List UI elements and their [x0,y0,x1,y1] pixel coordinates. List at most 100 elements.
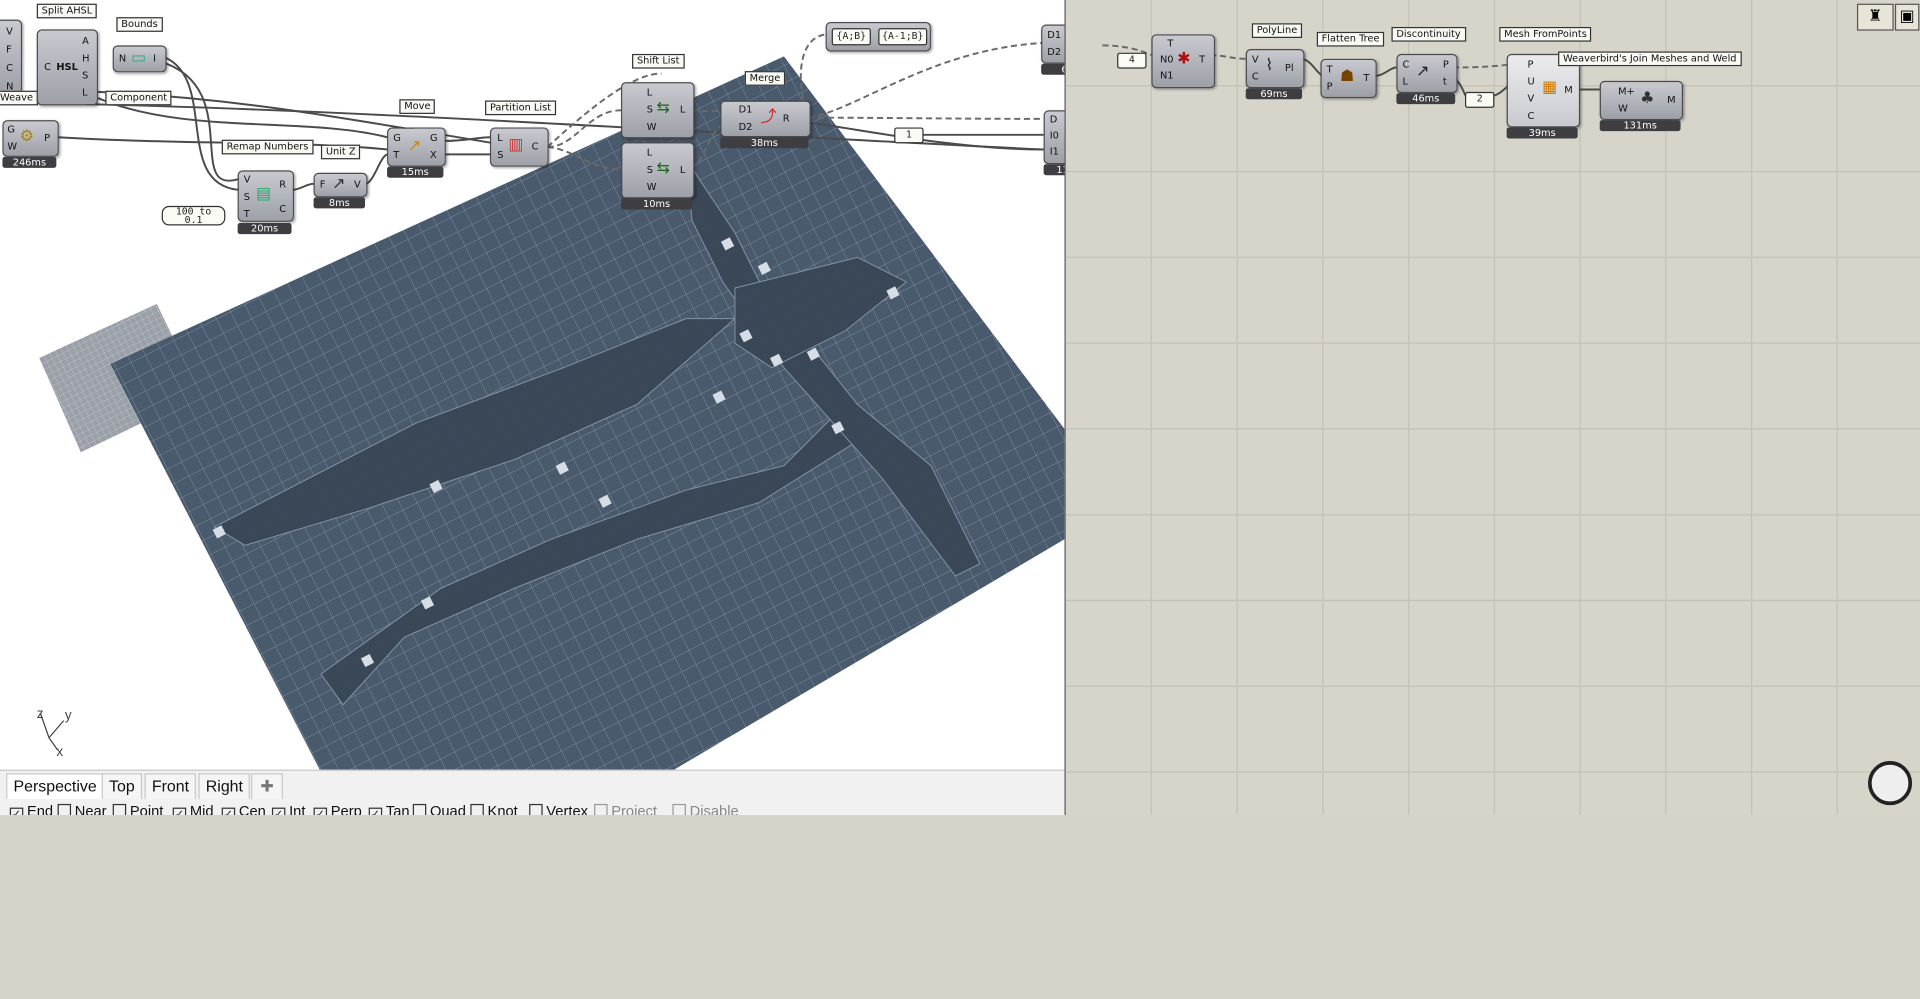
split-ahsl-node[interactable]: C HSL A H S L [36,29,98,106]
add-tab-button[interactable]: ✚ [251,773,283,800]
remap-in-v: V [243,174,251,186]
mesh-from-points-time: 39ms [1506,127,1578,139]
shift-list-node-1[interactable]: L S W ⇆ L [621,82,695,139]
osnap-label: Project [611,802,657,815]
flatten-out-t: T [1363,72,1370,84]
partition-title: Partition List [485,100,556,116]
gear-icon: ⚙ [19,127,34,146]
axis-x-label: x [56,744,63,759]
flatten-icon: ☗ [1340,67,1355,86]
tab-front[interactable]: Front [144,773,197,800]
rhino-viewport[interactable]: z y x V F C N Weave Split AHSL C HSL A H… [0,0,1069,815]
partition-icon: ▥ [508,136,524,155]
merge-node-2[interactable]: D1 D2 ⤴ R [1041,24,1065,64]
osnap-checkbox[interactable]: ✓ [172,807,187,815]
join-meshes-node[interactable]: M+ W ♣ M [1599,80,1684,121]
tree-branch-node[interactable]: T N0 N1 ✱ T [1151,34,1216,89]
osnap-checkbox[interactable]: ✓ [313,807,328,815]
osnap-disable[interactable]: Disable [672,803,739,815]
osnap-checkbox[interactable]: ✓ [368,807,383,815]
shift-list-node-2[interactable]: L S W ⇆ L [621,142,695,199]
tree-in-t: T [1167,37,1174,50]
unit-z-node[interactable]: F ↗ V [313,172,368,198]
mesh-from-points-title: Mesh FromPoints [1499,26,1592,42]
osnap-checkbox[interactable] [529,803,543,815]
osnap-checkbox[interactable] [412,803,427,815]
move-out-g: G [429,132,438,144]
remap-title: Remap Numbers [221,139,314,155]
two-panel[interactable]: 2 [1464,91,1495,108]
bounds-title: Bounds [116,17,163,32]
gear-time: 246ms [2,156,57,168]
osnap-checkbox[interactable] [672,803,686,815]
osnap-label: Int [289,802,306,815]
osnap-near[interactable]: Near [57,803,107,815]
bounds-node[interactable]: N ▭ I [112,45,167,73]
osnap-checkbox[interactable] [470,803,484,815]
unit-z-in-f: F [319,178,326,190]
discontinuity-icon: ↗ [1415,62,1430,81]
split-ahsl-in-c: C [44,61,51,73]
osnap-int[interactable]: ✓ Int [271,802,306,815]
osnap-checkbox[interactable] [594,803,608,815]
osnap-checkbox[interactable] [112,803,127,815]
remap-out-r: R [279,178,287,190]
osnap-point[interactable]: Point [112,803,163,815]
gear-out-p: P [44,132,51,144]
osnap-checkbox[interactable]: ✓ [271,807,286,815]
mesh-in-c: C [1527,110,1535,122]
move-node[interactable]: G T ↗ G X [387,127,446,167]
merge-time: 38ms [720,137,809,149]
osnap-tan[interactable]: ✓ Tan [368,803,410,815]
gear-in-g: G [7,123,15,135]
osnap-knot[interactable]: Knot [470,803,518,815]
osnap-perp[interactable]: ✓ Perp [313,803,362,815]
osnap-mid[interactable]: ✓ Mid [172,803,214,815]
move-title: Move [399,99,436,114]
navigation-wheel[interactable] [1867,761,1913,806]
osnap-cen[interactable]: ✓ Cen [221,802,266,815]
canvas-toolbar-button-2[interactable]: ▣ [1894,3,1920,31]
four-panel[interactable]: 4 [1117,52,1147,69]
flatten-tree-node[interactable]: T P ☗ T [1320,58,1377,99]
param-stub-node[interactable]: V F C N [0,19,23,96]
remap-numbers-node[interactable]: V S T ▤ R C [237,170,294,222]
osnap-label: Cen [238,802,266,815]
split-ahsl-out-a: A [82,35,89,47]
osnap-vertex[interactable]: Vertex [529,803,588,815]
shift1-out-l: L [679,104,686,116]
range-panel[interactable]: 100 to 0.1 [161,205,226,226]
polyline-node[interactable]: V C ⌇ Pl [1245,49,1305,89]
csharp-script-node[interactable]: D I0 I1 C# A [1043,110,1065,165]
polyline-in-c: C [1251,71,1259,83]
component-label: Component [105,90,173,106]
split-ahsl-out-s: S [82,69,89,81]
one-panel[interactable]: 1 [894,127,924,144]
partition-list-node[interactable]: L S ▥ C [489,127,549,167]
gear-component-node[interactable]: G W ⚙ P [2,120,59,157]
tab-right[interactable]: Right [198,773,251,800]
shift2-time: 10ms [621,198,693,210]
osnap-checkbox[interactable]: ✓ [221,807,236,815]
partition-out-c: C [531,140,539,152]
tab-top[interactable]: Top [101,773,143,800]
discontinuity-node[interactable]: C L ↗ P t [1396,53,1458,94]
osnap-checkbox[interactable]: ✓ [9,807,24,815]
grasshopper-canvas[interactable]: 4 T N0 N1 ✱ T PolyLine V C ⌇ Pl 69ms Fla… [1065,0,1920,815]
osnap-checkbox[interactable] [57,803,72,815]
path-mapper-node[interactable]: {A;B} {A-1;B} [825,22,931,52]
osnap-label: Vertex [546,802,588,815]
flatten-in-p: P [1326,80,1333,92]
osnap-project[interactable]: Project [594,803,657,815]
shift2-out-l: L [679,164,686,176]
merge-node[interactable]: D1 D2 ⤴ R [720,100,811,138]
osnap-quad[interactable]: Quad [412,803,466,815]
gear-in-w: W [7,140,18,152]
tab-perspective[interactable]: Perspective [6,773,105,800]
merge2-in-d1: D1 [1047,29,1062,41]
canvas-toolbar-button-1[interactable]: ♜ [1856,3,1894,31]
remap-out-c: C [279,203,287,215]
osnap-end[interactable]: ✓ End [9,803,53,815]
shift2-in-s: S [646,164,653,176]
polyline-time: 69ms [1245,88,1303,100]
